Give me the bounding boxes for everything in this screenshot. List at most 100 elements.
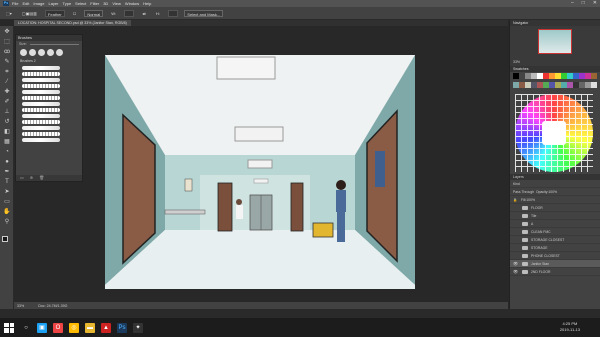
brush-stroke-preview[interactable] [22,126,60,130]
opacity-value[interactable]: 100% [548,190,557,194]
eraser-tool-icon[interactable]: ◧ [3,128,11,136]
brush-group-label[interactable]: Brushes 2 [16,58,82,64]
layer-row[interactable]: PHONE CLOSEST [510,252,600,260]
style-select[interactable]: Normal [84,9,104,17]
swatch[interactable] [591,73,597,79]
minimize-icon[interactable]: – [571,0,574,6]
marquee-tool-icon[interactable]: ⬚ [3,38,11,46]
gradient-tool-icon[interactable]: ▦ [3,138,11,146]
width-field[interactable] [124,9,135,17]
layer-row[interactable]: 👁 Janitor Stan [510,260,600,268]
zoom-tool-icon[interactable]: ⚲ [3,218,11,226]
color-wheel-panel[interactable] [515,94,595,172]
menu-edit[interactable]: Edit [22,1,29,6]
stamp-tool-icon[interactable]: ⊥ [3,108,11,116]
zoom-level[interactable]: 33% [17,304,24,308]
system-clock[interactable]: 4:25 PM 2019-11-13 [560,321,580,333]
maximize-icon[interactable]: □ [582,0,585,6]
move-tool-icon[interactable]: ✥ [3,28,11,36]
brush-size-slider[interactable] [29,43,79,45]
brush-stroke-preview[interactable] [22,114,60,118]
menu-view[interactable]: View [112,1,121,6]
brush-preset[interactable] [20,49,27,56]
brush-preset[interactable] [38,49,45,56]
select-and-mask-button[interactable]: Select and Mask... [184,9,224,17]
layer-row[interactable]: A [510,220,600,228]
menu-file[interactable]: File [12,1,18,6]
app-icon[interactable]: ▲ [101,322,111,333]
visibility-eye-icon[interactable]: 👁 [513,261,519,266]
type-tool-icon[interactable]: T [3,178,11,186]
brush-preset[interactable] [29,49,36,56]
menu-filter[interactable]: Filter [90,1,99,6]
brush-stroke-preview[interactable] [22,108,60,112]
windows-start-icon[interactable] [4,322,14,333]
swap-icon[interactable]: ⇄ [140,10,147,17]
navigator-zoom[interactable]: 33% [513,60,520,64]
brush-stroke-preview[interactable] [22,120,60,124]
antialias-checkbox[interactable]: ☐ [71,10,79,17]
chrome-icon[interactable]: ◎ [69,322,79,333]
feather-field[interactable]: Feather [44,9,65,17]
brush-stroke-preview[interactable] [22,84,60,88]
visibility-eye-icon[interactable]: 👁 [513,269,519,274]
shape-tool-icon[interactable]: ▭ [3,198,11,206]
quick-select-icon[interactable]: ✎ [3,58,11,66]
healing-brush-icon[interactable]: ✚ [3,88,11,96]
menu-help[interactable]: Help [143,1,151,6]
task-view-icon[interactable]: ▣ [37,322,47,333]
height-field[interactable] [167,9,179,17]
fill-value[interactable]: 100% [526,198,535,202]
brush-stroke-preview[interactable] [22,132,60,136]
app-icon[interactable]: ✦ [133,322,143,333]
brush-stroke-preview[interactable] [22,138,60,142]
swatch[interactable] [591,82,597,88]
opera-icon[interactable]: O [53,322,63,333]
brush-stroke-preview[interactable] [22,78,60,82]
crop-tool-icon[interactable]: ⌗ [3,68,11,76]
hand-tool-icon[interactable]: ✋ [3,208,11,216]
marquee-tool-icon[interactable]: ⬚▾ [4,10,14,17]
history-brush-icon[interactable]: ↺ [3,118,11,126]
brush-stroke-preview[interactable] [22,102,60,106]
brush-preset[interactable] [47,49,54,56]
brush-stroke-preview[interactable] [22,72,60,76]
brush-stroke-preview[interactable] [22,66,60,70]
layer-row[interactable]: STORAGE [510,244,600,252]
new-brush-icon[interactable]: ⊕ [30,175,33,181]
layer-row[interactable]: STORAGE CLOSEST [510,236,600,244]
layer-row[interactable]: 👁 2ND FLOOR [510,268,600,276]
layer-row[interactable]: Tile [510,212,600,220]
brush-stroke-preview[interactable] [22,96,60,100]
lock-icons[interactable]: 🔒 [513,198,517,202]
search-icon[interactable]: ○ [21,323,31,333]
navigator-thumbnail[interactable] [538,29,572,54]
pen-tool-icon[interactable]: ✒ [3,168,11,176]
layer-row[interactable]: FLOOR [510,204,600,212]
blend-mode-select[interactable]: Pass Through [513,190,534,194]
foreground-color-swatch[interactable] [2,236,8,242]
menu-layer[interactable]: Layer [48,1,58,6]
selection-mode-icons[interactable]: ▢▣▤▥ [20,10,39,17]
dodge-tool-icon[interactable]: ● [3,158,11,166]
menu-3d[interactable]: 3D [103,1,108,6]
lasso-tool-icon[interactable]: ꝏ [3,48,11,56]
delete-icon[interactable]: 🗑 [39,175,44,181]
brush-tool-icon[interactable]: ✐ [3,98,11,106]
path-select-icon[interactable]: ➤ [3,188,11,196]
brush-stroke-preview[interactable] [22,90,60,94]
close-icon[interactable]: ✕ [593,0,597,6]
brush-preset[interactable] [56,49,63,56]
blur-tool-icon[interactable]: ◔ [3,148,11,156]
menu-window[interactable]: Window [125,1,139,6]
folder-icon[interactable]: ▬ [85,322,95,333]
layer-row[interactable]: CLEAN FMC [510,228,600,236]
layer-kind-select[interactable]: Kind [513,182,520,186]
document-canvas[interactable] [105,55,415,289]
new-group-icon[interactable]: ▭ [20,175,24,181]
menu-image[interactable]: Image [33,1,44,6]
photoshop-icon[interactable]: Ps [117,322,127,333]
menu-select[interactable]: Select [75,1,86,6]
menu-type[interactable]: Type [63,1,72,6]
eyedropper-icon[interactable]: ⁄ [3,78,11,86]
